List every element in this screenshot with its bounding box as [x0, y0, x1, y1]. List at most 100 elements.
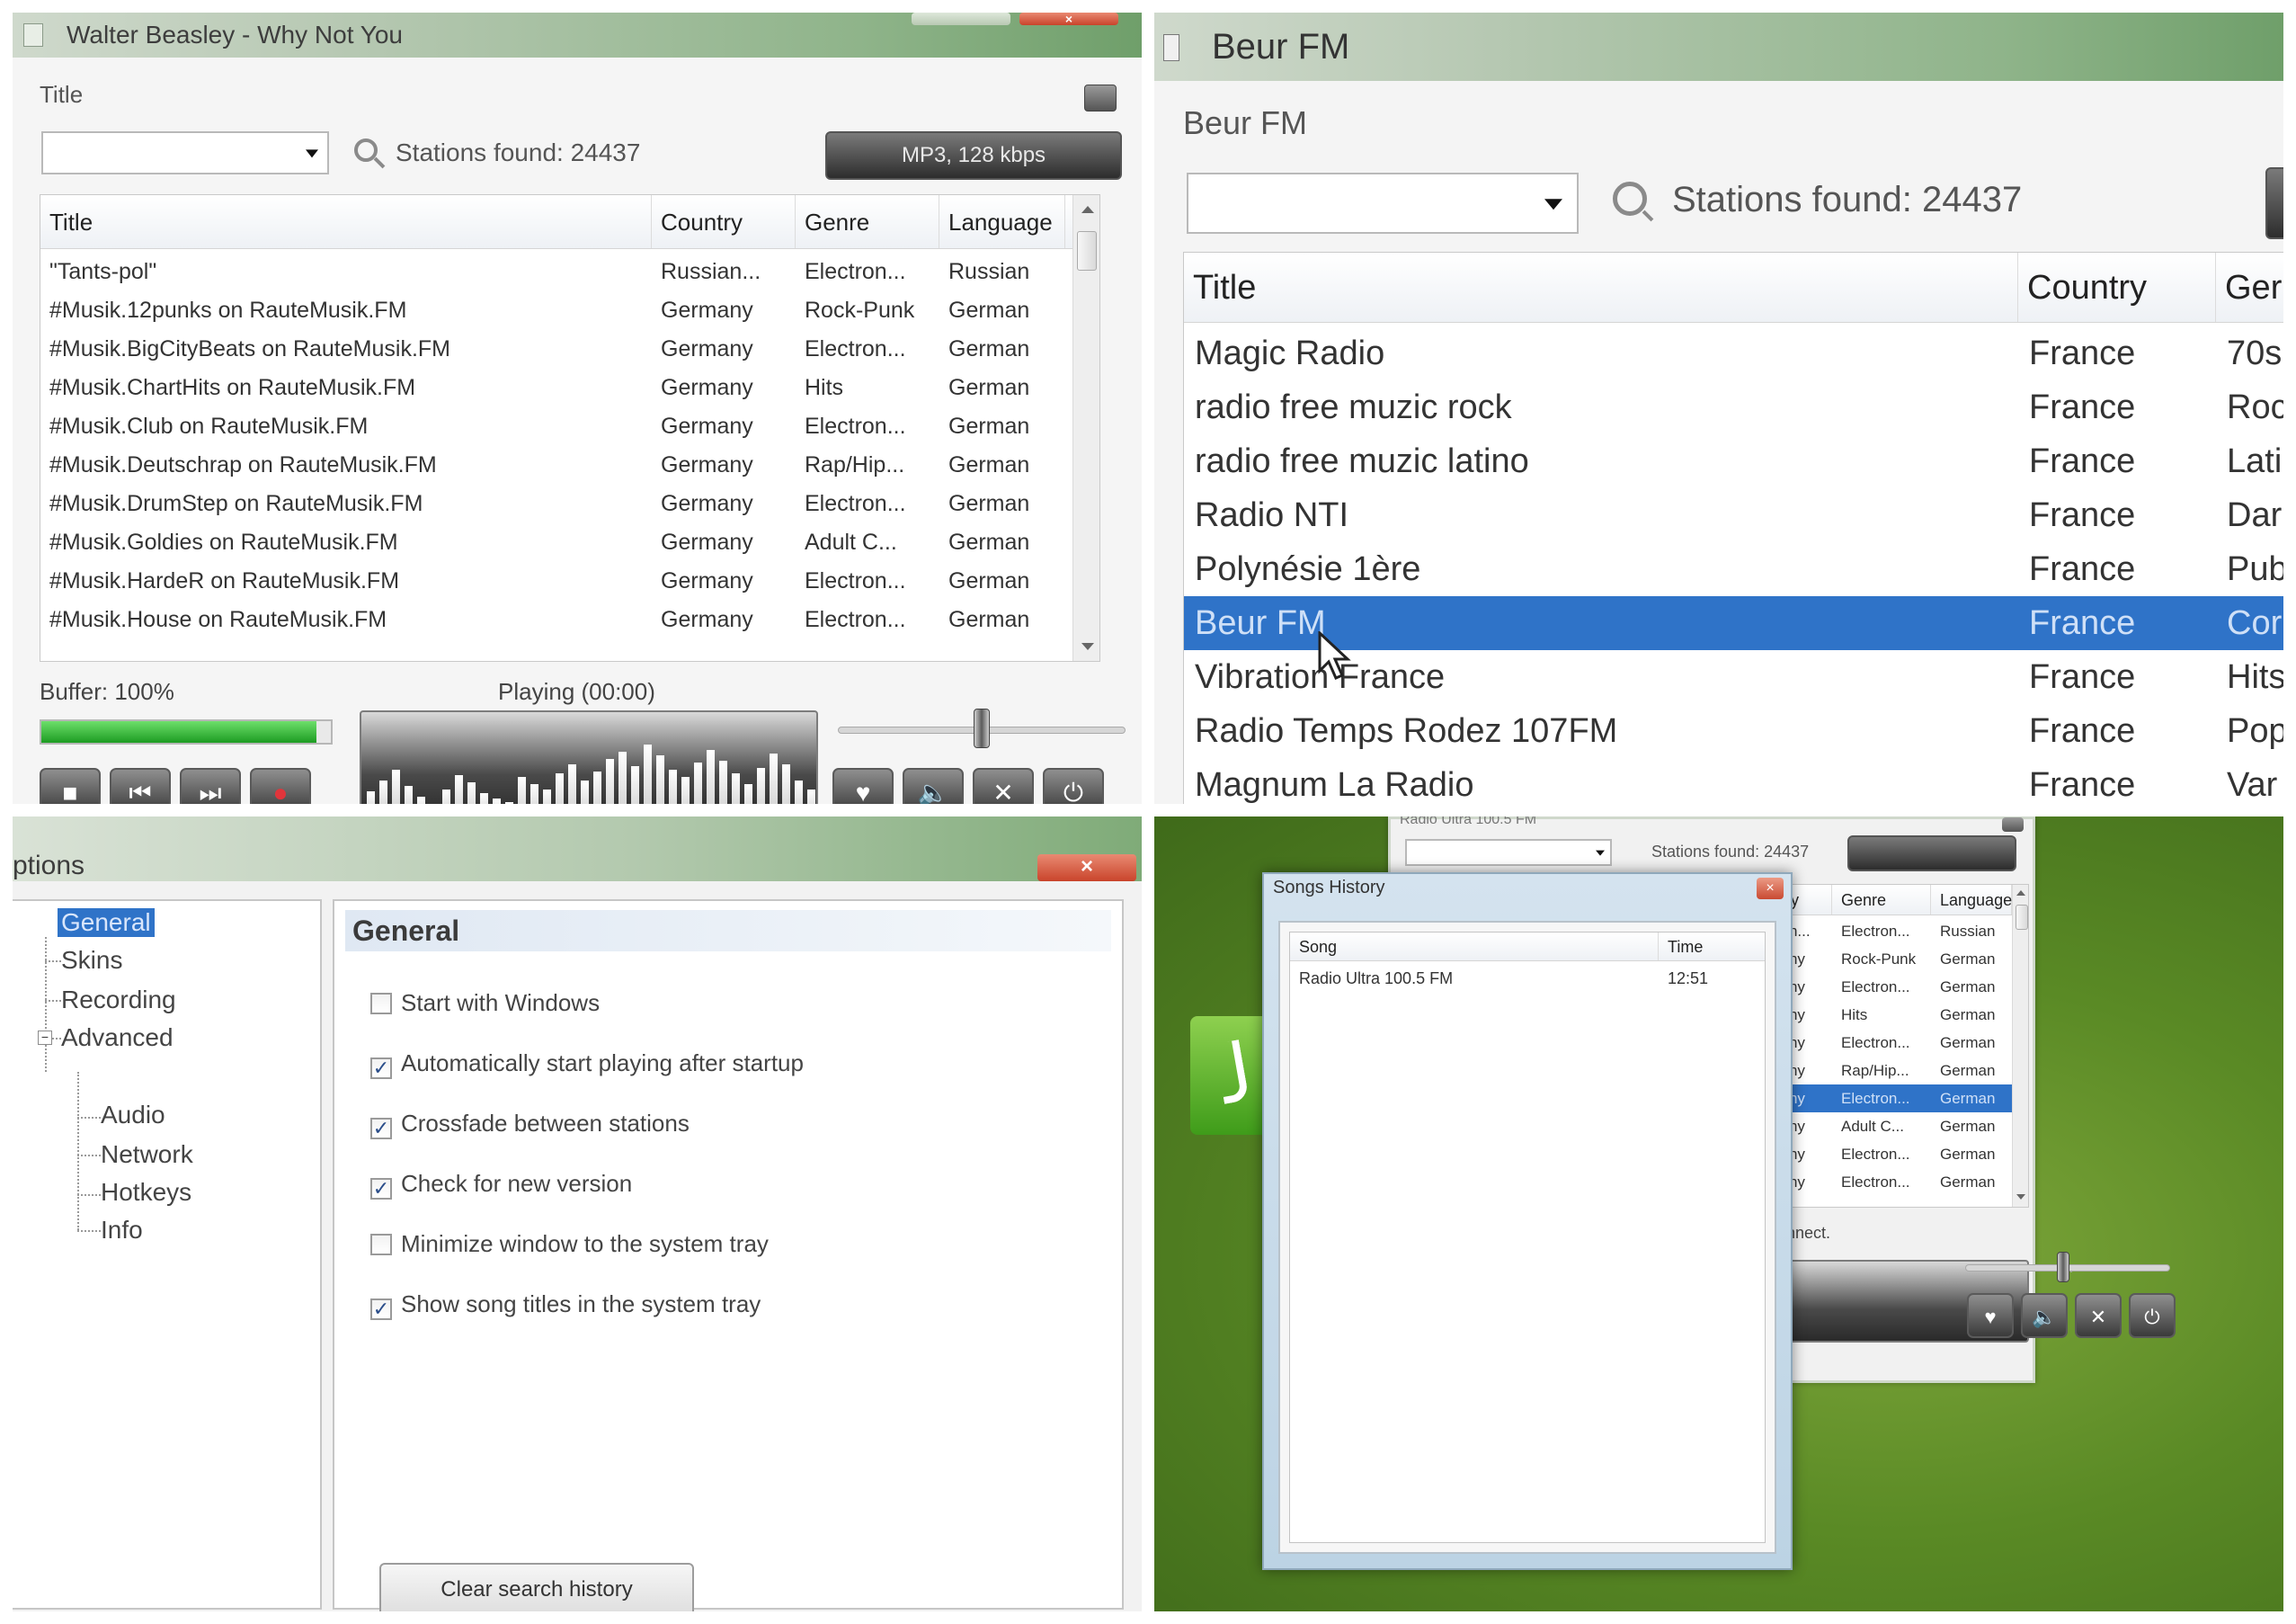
option-checkbox[interactable]: ✓ Check for new version [370, 1170, 632, 1200]
tree-item-info[interactable]: Info [101, 1216, 143, 1245]
column-header-song[interactable]: Song [1290, 932, 1659, 960]
scroll-down-icon[interactable] [2016, 1194, 2025, 1200]
volume-slider-thumb[interactable] [2057, 1252, 2069, 1282]
title-bar[interactable]: ptions × [13, 816, 1142, 881]
minimize-button[interactable] [912, 13, 1010, 25]
mute-speaker-icon[interactable]: 🔈 [903, 768, 964, 804]
app-desktop-icon[interactable] [1190, 1016, 1271, 1135]
table-cell: German [1940, 1090, 1996, 1107]
table-row[interactable]: Magnum La Radio France Var [1184, 758, 2283, 804]
column-header-language[interactable]: Language [939, 195, 1065, 248]
format-button[interactable] [2265, 167, 2283, 239]
scroll-up-icon[interactable] [2016, 890, 2025, 896]
column-header-genre[interactable]: Genre [1832, 885, 1931, 915]
table-row[interactable]: radio free muzic rock France Roc [1184, 380, 2283, 434]
scroll-down-icon[interactable] [1081, 643, 1094, 650]
table-row[interactable]: #Musik.12punks on RauteMusik.FM Germany Ro… [40, 291, 1099, 330]
table-row[interactable]: "Tants-pol" Russian... Electron... Russian [40, 253, 1099, 291]
close-button[interactable]: × [1037, 854, 1136, 881]
tree-item-audio[interactable]: Audio [101, 1101, 165, 1129]
title-bar[interactable]: Walter Beasley - Why Not You × [13, 13, 1142, 58]
column-header-country[interactable]: Country [2018, 253, 2216, 322]
column-header-genre[interactable]: Ger [2216, 253, 2283, 322]
tree-item-advanced[interactable]: Advanced [61, 1023, 174, 1052]
table-row[interactable]: #Musik.Goldies on RauteMusik.FM Germany Ad… [40, 523, 1099, 562]
checkbox-icon[interactable]: ✓ [370, 1298, 392, 1320]
tree-item-skins[interactable]: Skins [61, 946, 122, 975]
option-checkbox[interactable]: ✓ Automatically start playing after start… [370, 1049, 804, 1079]
app-icon[interactable] [1163, 34, 1179, 61]
pin-icon[interactable] [1084, 85, 1117, 112]
scroll-up-icon[interactable] [1081, 206, 1094, 213]
format-button[interactable]: MP3, 128 kbps [825, 131, 1122, 180]
stop-button[interactable]: ■ [40, 768, 101, 804]
record-button[interactable]: ● [250, 768, 311, 804]
songs-history-list[interactable]: Song Time Radio Ultra 100.5 FM 12:51 [1289, 932, 1766, 1543]
app-icon[interactable] [23, 23, 43, 47]
clear-search-history-button[interactable]: Clear search history [379, 1563, 694, 1611]
chevron-down-icon[interactable] [1596, 850, 1605, 856]
title-bar[interactable]: Beur FM [1154, 13, 2283, 81]
checkbox-icon[interactable]: ✓ [370, 1118, 392, 1139]
station-list[interactable]: Title Country Ger Magic Radio France 70s ra… [1183, 252, 2283, 804]
option-checkbox[interactable]: Minimize window to the system tray [370, 1230, 769, 1258]
tree-item-recording[interactable]: Recording [61, 986, 176, 1014]
checkbox-icon[interactable] [370, 1234, 392, 1255]
favorite-heart-icon[interactable]: ♥ [832, 768, 894, 804]
close-button[interactable]: × [1757, 878, 1784, 899]
column-header-time[interactable]: Time [1659, 932, 1758, 960]
table-row[interactable]: Radio Ultra 100.5 FM 12:51 [1290, 965, 1765, 992]
table-row[interactable]: #Musik.HardeR on RauteMusik.FM Germany Ele… [40, 562, 1099, 601]
column-header-language[interactable]: Language [1931, 885, 2012, 915]
column-header-country[interactable]: Country [652, 195, 796, 248]
tree-item-hotkeys[interactable]: Hotkeys [101, 1178, 191, 1207]
vertical-scrollbar[interactable] [1072, 195, 1099, 661]
settings-tools-icon[interactable]: ✕ [2075, 1293, 2122, 1338]
next-button[interactable]: ⏭ [180, 768, 241, 804]
pin-icon[interactable] [2002, 817, 2024, 832]
table-row[interactable]: Radio NTI France Dar [1184, 488, 2283, 542]
mute-speaker-icon[interactable]: 🔈 [2021, 1293, 2068, 1338]
table-row[interactable]: #Musik.ChartHits on RauteMusik.FM Germany… [40, 369, 1099, 407]
checkbox-label: Show song titles in the system tray [401, 1290, 761, 1317]
chevron-down-icon[interactable] [1544, 199, 1562, 210]
search-combo[interactable] [41, 131, 329, 174]
station-list[interactable]: Title Country Genre Language "Tants-pol"… [40, 194, 1100, 662]
checkbox-icon[interactable] [370, 993, 392, 1014]
vertical-scrollbar[interactable] [2012, 885, 2028, 1207]
table-row[interactable]: #Musik.DrumStep on RauteMusik.FM Germany E… [40, 485, 1099, 523]
option-checkbox[interactable]: ✓ Crossfade between stations [370, 1110, 690, 1139]
column-header-genre[interactable]: Genre [796, 195, 939, 248]
scrollbar-thumb[interactable] [1077, 231, 1097, 271]
table-row[interactable]: #Musik.Deutschrap on RauteMusik.FM German… [40, 446, 1099, 485]
favorite-heart-icon[interactable]: ♥ [1967, 1293, 2014, 1338]
table-row[interactable]: #Musik.House on RauteMusik.FM Germany Elec… [40, 601, 1099, 639]
settings-tools-icon[interactable]: ✕ [973, 768, 1034, 804]
checkbox-icon[interactable]: ✓ [370, 1178, 392, 1200]
table-row[interactable]: Magic Radio France 70s [1184, 326, 2283, 380]
checkbox-icon[interactable]: ✓ [370, 1057, 392, 1079]
option-checkbox[interactable]: Start with Windows [370, 989, 600, 1017]
close-button[interactable]: × [1019, 13, 1118, 25]
table-row[interactable]: radio free muzic latino France Lati [1184, 434, 2283, 488]
tree-item-network[interactable]: Network [101, 1140, 193, 1169]
search-combo[interactable] [1187, 173, 1579, 234]
collapse-icon[interactable]: − [38, 1031, 52, 1045]
power-icon[interactable]: ⏻ [1043, 768, 1104, 804]
option-checkbox[interactable]: ✓ Show song titles in the system tray [370, 1290, 761, 1320]
table-row[interactable]: #Musik.Club on RauteMusik.FM Germany Elect… [40, 407, 1099, 446]
table-row[interactable]: #Musik.BigCityBeats on RauteMusik.FM Germ… [40, 330, 1099, 369]
column-header-title[interactable]: Title [40, 195, 652, 248]
table-row[interactable]: Radio Temps Rodez 107FM France Pop [1184, 704, 2283, 758]
volume-slider-thumb[interactable] [974, 709, 990, 748]
format-button[interactable] [1847, 835, 2016, 871]
options-tree[interactable]: General Skins Recording − Advanced Audio… [13, 899, 322, 1610]
previous-button[interactable]: ⏮ [110, 768, 171, 804]
table-row[interactable]: Polynésie 1ère France Pub [1184, 542, 2283, 596]
column-header-title[interactable]: Title [1184, 253, 2018, 322]
chevron-down-icon[interactable] [306, 149, 318, 158]
search-combo[interactable] [1405, 839, 1612, 866]
power-icon[interactable]: ⏻ [2129, 1293, 2176, 1338]
scrollbar-thumb[interactable] [2016, 905, 2028, 930]
tree-item-general[interactable]: General [58, 908, 155, 937]
